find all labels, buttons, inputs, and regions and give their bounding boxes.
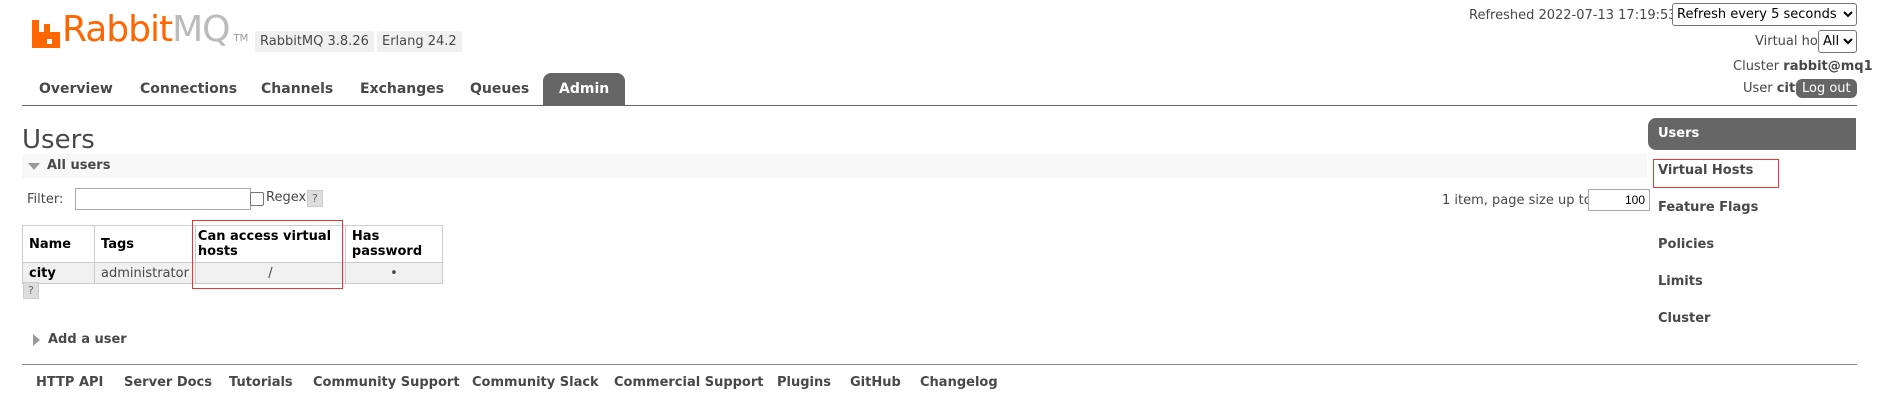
add-user-section[interactable]: Add a user — [48, 332, 127, 347]
rabbitmq-version-badge: RabbitMQ 3.8.26 — [255, 31, 374, 52]
all-users-label[interactable]: All users — [47, 158, 110, 173]
virtual-host-select[interactable]: All — [1818, 30, 1857, 53]
admin-side-nav: Users Virtual Hosts Feature Flags Polici… — [1648, 118, 1856, 328]
highlight-vhosts-column — [192, 220, 343, 289]
refresh-interval-select[interactable]: Refresh every 5 seconds — [1672, 3, 1857, 26]
footer-link-http-api[interactable]: HTTP API — [36, 375, 103, 390]
tab-exchanges[interactable]: Exchanges — [360, 81, 444, 97]
logout-button[interactable]: Log out — [1796, 79, 1857, 98]
table-help-button[interactable]: ? — [23, 282, 39, 299]
logo-text: RabbitMQ — [62, 9, 231, 50]
tab-queues[interactable]: Queues — [470, 81, 529, 97]
page-size-input[interactable] — [1588, 189, 1650, 211]
tab-connections[interactable]: Connections — [140, 81, 237, 97]
column-header-tags[interactable]: Tags — [94, 225, 196, 263]
refreshed-timestamp: Refreshed 2022-07-13 17:19:53 — [1469, 8, 1677, 23]
page-title: Users — [22, 125, 95, 155]
rabbitmq-logo-icon — [32, 20, 60, 48]
footer-link-commercial-support[interactable]: Commercial Support — [614, 375, 764, 390]
user-tags-cell: administrator — [94, 262, 196, 284]
footer-link-tutorials[interactable]: Tutorials — [229, 375, 293, 390]
regex-label: Regex — [266, 190, 307, 205]
regex-checkbox[interactable] — [250, 192, 264, 206]
side-nav-item-users[interactable]: Users — [1658, 126, 1699, 141]
highlight-virtual-hosts-nav — [1653, 159, 1779, 188]
rabbitmq-logo: RabbitMQ TM — [32, 12, 248, 48]
expand-triangle-icon — [33, 334, 40, 346]
all-users-section-header[interactable] — [22, 154, 1647, 178]
pagination-text: 1 item, page size up to — [1442, 193, 1592, 208]
footer-link-plugins[interactable]: Plugins — [777, 375, 831, 390]
footer-link-github[interactable]: GitHub — [850, 375, 901, 390]
tab-channels[interactable]: Channels — [261, 81, 333, 97]
user-info: User city — [1743, 81, 1804, 96]
cluster-name: rabbit@mq1 — [1783, 59, 1873, 74]
cluster-info: Cluster rabbit@mq1 — [1733, 59, 1873, 74]
filter-label: Filter: — [27, 192, 64, 207]
side-nav-item-feature-flags[interactable]: Feature Flags — [1658, 200, 1758, 215]
footer-link-changelog[interactable]: Changelog — [920, 375, 998, 390]
tab-admin[interactable]: Admin — [543, 73, 626, 105]
side-nav-item-cluster[interactable]: Cluster — [1658, 311, 1710, 326]
erlang-version-badge: Erlang 24.2 — [377, 31, 462, 52]
column-header-name[interactable]: Name — [22, 225, 95, 263]
footer-link-server-docs[interactable]: Server Docs — [124, 375, 212, 390]
user-name-link[interactable]: city — [22, 262, 95, 284]
collapse-triangle-icon — [28, 163, 40, 170]
logo-trademark: TM — [233, 33, 249, 44]
side-nav-item-limits[interactable]: Limits — [1658, 274, 1703, 289]
footer-link-community-support[interactable]: Community Support — [313, 375, 460, 390]
column-header-has-password[interactable]: Has password — [344, 225, 443, 263]
side-nav-item-policies[interactable]: Policies — [1658, 237, 1714, 252]
tabs-divider — [22, 105, 1857, 106]
regex-help-button[interactable]: ? — [307, 190, 323, 207]
user-has-password-cell: • — [344, 262, 443, 284]
filter-input[interactable] — [75, 188, 251, 210]
tab-overview[interactable]: Overview — [39, 81, 113, 97]
footer-link-community-slack[interactable]: Community Slack — [472, 375, 599, 390]
footer-divider — [22, 364, 1857, 365]
